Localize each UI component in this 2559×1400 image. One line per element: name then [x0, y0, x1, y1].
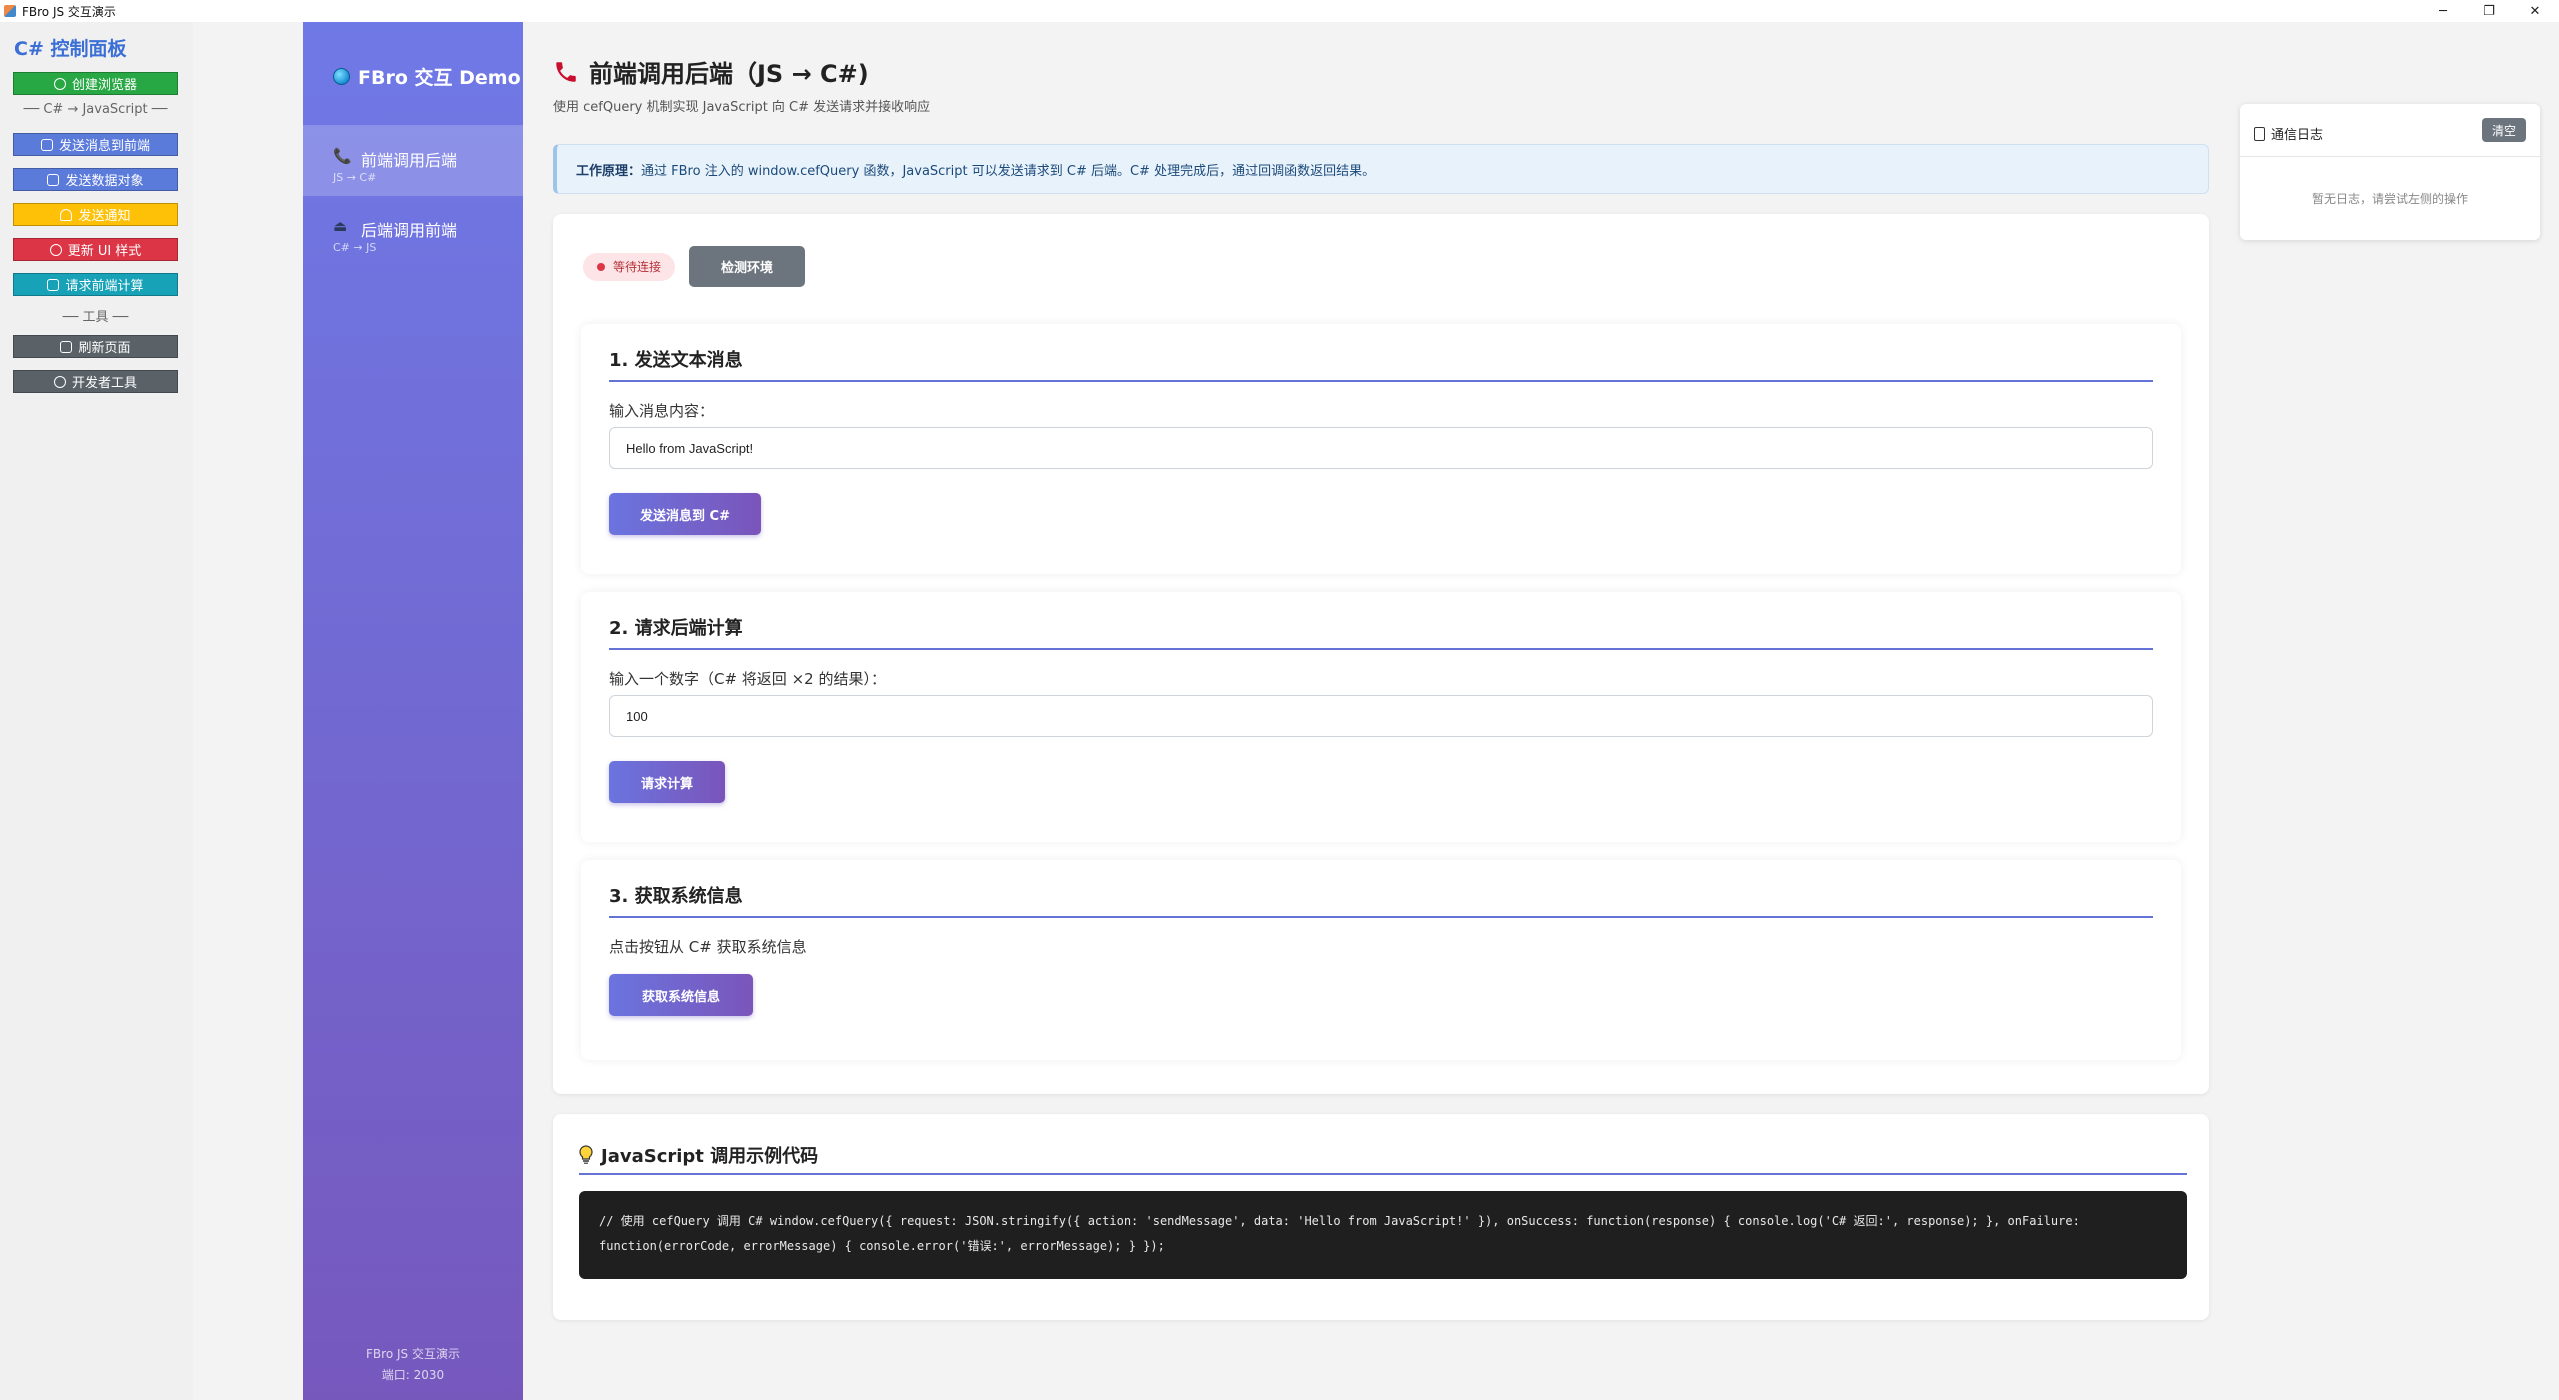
tools-separator: ── 工具 ──: [62, 310, 129, 325]
code-rule: [579, 1173, 2187, 1175]
dev-tools-button[interactable]: 开发者工具: [13, 370, 178, 393]
page-title: 前端调用后端（JS → C#): [553, 54, 869, 89]
send-data-object-button[interactable]: 发送数据对象: [13, 168, 178, 191]
clear-log-button[interactable]: 清空: [2482, 118, 2526, 142]
code-block: // 使用 cefQuery 调用 C# window.cefQuery({ r…: [579, 1191, 2187, 1279]
cs-panel-title: C# 控制面板: [14, 38, 127, 60]
request-calc-label: 请求前端计算: [65, 279, 144, 294]
update-ui-style-button[interactable]: 更新 UI 样式: [13, 238, 178, 261]
section-rule: [609, 916, 2153, 918]
footer-port: 端口: 2030: [381, 1368, 445, 1382]
send-notification-button[interactable]: 发送通知: [13, 203, 178, 226]
nav-item-js-to-cs[interactable]: 📞 前端调用后端 JS → C#: [303, 126, 523, 196]
phone-icon: 📞: [333, 147, 352, 165]
wrench-icon: [53, 375, 66, 388]
brand-label: FBro 交互 Demo: [358, 67, 521, 89]
footer-app-name: FBro JS 交互演示: [366, 1347, 460, 1361]
status-badge: 等待连接: [583, 252, 676, 281]
log-title: 通信日志: [2271, 128, 2324, 143]
send-notify-label: 发送通知: [78, 209, 131, 224]
info-label: 工作原理：: [576, 163, 642, 179]
code-example-card: JavaScript 调用示例代码 // 使用 cefQuery 调用 C# w…: [553, 1114, 2209, 1320]
section-heading: 3. 获取系统信息: [609, 886, 743, 907]
system-info-hint: 点击按钮从 C# 获取系统信息: [609, 938, 807, 956]
code-heading-text: JavaScript 调用示例代码: [601, 1146, 819, 1167]
get-system-info-button[interactable]: 获取系统信息: [609, 974, 753, 1016]
nav-item-label: 后端调用前端: [361, 221, 458, 240]
globe-icon: [53, 77, 66, 90]
update-ui-label: 更新 UI 样式: [67, 244, 142, 259]
create-browser-button[interactable]: 创建浏览器: [13, 72, 178, 95]
log-empty-text: 暂无日志，请尝试左侧的操作: [2311, 192, 2468, 206]
status-text: 等待连接: [613, 260, 662, 274]
status-row: 等待连接 检测环境: [583, 246, 806, 287]
bell-icon: [60, 208, 73, 221]
cs-js-separator: ── C# → JavaScript ──: [23, 102, 168, 117]
log-header: 通信日志: [2254, 124, 2323, 143]
phone-icon: [556, 61, 576, 82]
send-message-to-frontend-button[interactable]: 发送消息到前端: [13, 133, 178, 156]
globe-icon: [333, 68, 350, 85]
section-request-calc: 2. 请求后端计算 输入一个数字（C# 将返回 ×2 的结果）： 100 请求计…: [581, 592, 2181, 842]
window-titlebar: FBro JS 交互演示 ─ ❐ ✕: [0, 0, 2559, 22]
window-title: FBro JS 交互演示: [22, 4, 116, 19]
calculator-icon: [47, 278, 60, 291]
minimize-button[interactable]: ─: [2420, 0, 2466, 22]
number-input-label: 输入一个数字（C# 将返回 ×2 的结果）：: [609, 670, 886, 688]
status-dot-icon: [597, 262, 605, 271]
nav-item-label: 前端调用后端: [361, 151, 458, 170]
cs-control-panel: C# 控制面板 创建浏览器 ── C# → JavaScript ── 发送消息…: [0, 22, 193, 1400]
info-text: 通过 FBro 注入的 window.cefQuery 函数，JavaScrip…: [641, 163, 1376, 179]
section-rule: [609, 648, 2153, 650]
restore-button[interactable]: ❐: [2466, 0, 2512, 22]
number-input[interactable]: 100: [609, 695, 2153, 737]
message-input[interactable]: Hello from JavaScript!: [609, 427, 2153, 469]
request-frontend-calc-button[interactable]: 请求前端计算: [13, 273, 178, 296]
refresh-page-button[interactable]: 刷新页面: [13, 335, 178, 358]
section-send-text: 1. 发送文本消息 输入消息内容： Hello from JavaScript!…: [581, 324, 2181, 574]
devtools-label: 开发者工具: [71, 376, 137, 391]
nav-brand: FBro 交互 Demo: [333, 63, 521, 90]
code-heading: JavaScript 调用示例代码: [579, 1142, 818, 1168]
nav-footer: FBro JS 交互演示 端口: 2030: [303, 1344, 523, 1386]
upload-icon: ⏏: [333, 217, 348, 235]
check-env-button[interactable]: 检测环境: [689, 246, 806, 287]
info-box: 工作原理： 通过 FBro 注入的 window.cefQuery 函数，Jav…: [553, 144, 2209, 194]
document-icon: [2254, 126, 2265, 141]
send-object-label: 发送数据对象: [65, 174, 144, 189]
request-calc-button[interactable]: 请求计算: [609, 761, 725, 803]
demo-card: 等待连接 检测环境 1. 发送文本消息 输入消息内容： Hello from J…: [553, 214, 2209, 1094]
section-heading: 1. 发送文本消息: [609, 350, 743, 371]
communication-log-panel: 通信日志 清空 暂无日志，请尝试左侧的操作: [2240, 104, 2540, 240]
app-icon: [4, 5, 16, 17]
nav-item-sub: JS → C#: [333, 171, 377, 184]
send-message-to-cs-button[interactable]: 发送消息到 C#: [609, 493, 761, 535]
refresh-label: 刷新页面: [78, 341, 131, 356]
palette-icon: [49, 243, 62, 256]
nav-item-cs-to-js[interactable]: ⏏ 后端调用前端 C# → JS: [303, 196, 523, 266]
package-icon: [47, 173, 60, 186]
refresh-icon: [60, 340, 73, 353]
log-divider: [2240, 156, 2540, 157]
nav-sidebar: FBro 交互 Demo 📞 前端调用后端 JS → C# ⏏ 后端调用前端 C…: [303, 22, 523, 1400]
message-input-label: 输入消息内容：: [609, 402, 715, 420]
section-heading: 2. 请求后端计算: [609, 618, 743, 639]
close-button[interactable]: ✕: [2512, 0, 2558, 22]
lightbulb-icon: [579, 1145, 593, 1164]
page-subtitle: 使用 cefQuery 机制实现 JavaScript 向 C# 发送请求并接收…: [553, 100, 931, 115]
create-browser-label: 创建浏览器: [71, 78, 137, 93]
section-system-info: 3. 获取系统信息 点击按钮从 C# 获取系统信息 获取系统信息: [581, 860, 2181, 1060]
nav-item-sub: C# → JS: [333, 241, 377, 254]
main-content: 前端调用后端（JS → C#) 使用 cefQuery 机制实现 JavaScr…: [523, 22, 2223, 1400]
upload-icon: [40, 138, 53, 151]
page-title-text: 前端调用后端（JS → C#): [589, 60, 869, 88]
send-message-label: 发送消息到前端: [58, 139, 150, 154]
section-rule: [609, 380, 2153, 382]
